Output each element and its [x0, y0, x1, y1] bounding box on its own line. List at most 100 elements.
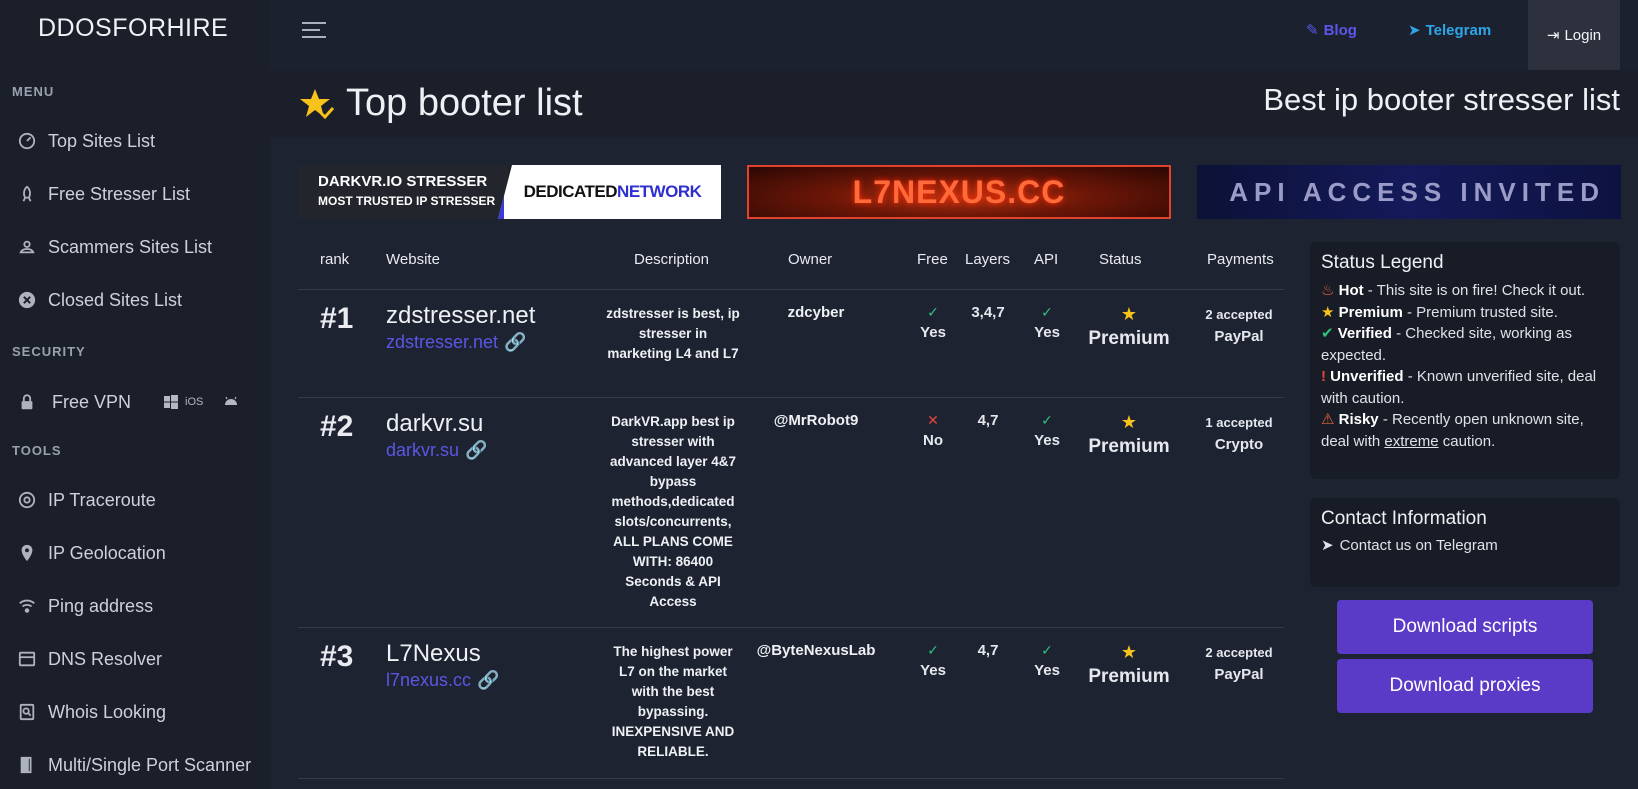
sidebar-item-label: Free VPN — [52, 391, 132, 412]
blog-link[interactable]: ✎ Blog — [1306, 21, 1357, 40]
telegram-icon: ➤ — [1408, 22, 1421, 39]
api-value: Yes — [1034, 662, 1060, 679]
ios-label: iOS — [185, 396, 204, 408]
sidebar-item-free-stresser[interactable]: Free Stresser List — [18, 177, 190, 211]
site-link[interactable]: zdstresser.net 🔗 — [386, 332, 526, 353]
blog-label: Blog — [1323, 21, 1357, 39]
sidebar-item-scammers[interactable]: Scammers Sites List — [18, 230, 212, 264]
legend-premium: ★ Premium - Premium trusted site. — [1321, 302, 1609, 324]
booter-table: rank Website Description Owner Free Laye… — [298, 234, 1284, 779]
banner-darkvr-title: DARKVR.IO STRESSER — [318, 173, 488, 190]
check-icon: ✓ — [1041, 304, 1053, 320]
sidebar-item-geolocation[interactable]: IP Geolocation — [18, 536, 166, 570]
sidebar-item-dns[interactable]: DNS Resolver — [18, 642, 162, 676]
api-value: Yes — [1034, 432, 1060, 449]
sidebar-item-label: IP Traceroute — [48, 489, 156, 510]
sidebar-item-label: Top Sites List — [48, 130, 156, 151]
header-layers: Layers — [965, 251, 1011, 268]
pin-icon — [18, 544, 36, 562]
sidebar-item-ping[interactable]: Ping address — [18, 589, 153, 623]
telegram-icon: ➤ — [1321, 537, 1334, 554]
banner-api-access[interactable]: API ACCESS INVITED — [1197, 165, 1621, 219]
table-header: rank Website Description Owner Free Laye… — [298, 234, 1284, 290]
free-value: Yes — [920, 662, 946, 679]
link-icon: 🔗 — [465, 440, 488, 460]
payment-count: 1 accepted — [1205, 415, 1273, 430]
site-name: zdstresser.net — [386, 302, 536, 329]
telegram-link[interactable]: ➤ Telegram — [1408, 21, 1491, 40]
status-legend: Status Legend ♨ Hot - This site is on fi… — [1310, 242, 1620, 479]
legend-premium-text: - Premium trusted site. — [1402, 303, 1558, 321]
banner-darkvr[interactable]: DARKVR.IO STRESSER MOST TRUSTED IP STRES… — [298, 165, 721, 219]
site-link[interactable]: darkvr.su 🔗 — [386, 440, 487, 461]
rank: #2 — [320, 410, 354, 443]
banner-darkvr-tagline: MOST TRUSTED IP STRESSER — [318, 194, 496, 208]
sidebar-item-top-sites[interactable]: Top Sites List — [18, 124, 155, 158]
sidebar-item-label: Ping address — [48, 595, 154, 616]
sidebar-item-whois[interactable]: Whois Looking — [18, 695, 166, 729]
brand-logo[interactable]: DDOSFORHIRE — [38, 14, 228, 43]
payments-cell: 1 accepted Crypto — [1182, 412, 1296, 456]
status-badge: Premium — [1088, 436, 1170, 457]
door-icon — [18, 756, 36, 774]
site-link[interactable]: l7nexus.cc 🔗 — [386, 670, 499, 691]
owner: @ByteNexusLab — [756, 642, 876, 659]
legend-risky: ⚠ Risky - Recently open unknown site, de… — [1321, 409, 1609, 452]
star-icon: ★ — [1120, 642, 1138, 662]
check-icon: ✓ — [927, 642, 939, 658]
page-title-text: Top booter list — [346, 82, 583, 124]
legend-hot-label: Hot — [1338, 282, 1364, 299]
traceroute-icon — [18, 491, 36, 509]
header-website: Website — [386, 251, 440, 268]
security-section-label: SECURITY — [12, 344, 86, 359]
table-row: #3 L7Nexus l7nexus.cc 🔗 The highest power… — [298, 628, 1284, 779]
status-badge: Premium — [1088, 328, 1170, 349]
contact-telegram-link[interactable]: ➤ Contact us on Telegram — [1321, 536, 1609, 555]
banner-l7nexus-text: L7NEXUS.CC — [852, 173, 1066, 210]
api-value: Yes — [1034, 324, 1060, 341]
download-proxies-button[interactable]: Download proxies — [1337, 659, 1593, 713]
sidebar-item-label: Free Stresser List — [48, 183, 191, 204]
owner: zdcyber — [787, 304, 845, 321]
tools-section-label: TOOLS — [12, 443, 62, 458]
free-cell: ✓ Yes — [910, 304, 956, 341]
star-icon: ★ — [1321, 303, 1335, 321]
layers: 3,4,7 — [971, 304, 1005, 321]
sidebar-item-free-vpn[interactable]: Free VPN iOS — [18, 385, 239, 419]
header-status: Status — [1099, 251, 1142, 268]
menu-section-label: MENU — [12, 84, 55, 99]
login-button[interactable]: ⇥ Login — [1528, 0, 1620, 70]
banner-darkvr-text: DARKVR.IO STRESSER MOST TRUSTED IP STRES… — [298, 165, 508, 219]
legend-risky-text-end: caution. — [1438, 432, 1496, 450]
legend-title: Status Legend — [1321, 252, 1444, 273]
banner-dedicated-network: DEDICATED NETWORK — [498, 165, 721, 219]
link-icon: 🔗 — [504, 332, 527, 352]
header-description: Description — [634, 251, 710, 268]
legend-hot: ♨ Hot - This site is on fire! Check it o… — [1321, 280, 1609, 302]
description: DarkVR.app best ip stresser with advance… — [609, 414, 737, 609]
check-icon: ✓ — [927, 304, 939, 320]
sidebar-item-closed-sites[interactable]: Closed Sites List — [18, 283, 182, 317]
description: The highest power L7 on the market with … — [611, 644, 735, 759]
sidebar-item-port-scanner[interactable]: Multi/Single Port Scanner — [18, 748, 251, 782]
banner-l7nexus[interactable]: L7NEXUS.CC — [747, 165, 1171, 219]
contact-box: Contact Information ➤ Contact us on Tele… — [1310, 498, 1620, 587]
sidebar-item-label: Closed Sites List — [48, 289, 183, 310]
blog-icon: ✎ — [1306, 22, 1319, 39]
exclamation-icon: ! — [1321, 368, 1326, 385]
free-cell: ✕ No — [910, 412, 956, 449]
sidebar-item-label: IP Geolocation — [48, 542, 166, 563]
hamburger-menu-button[interactable] — [302, 22, 326, 40]
sidebar-item-traceroute[interactable]: IP Traceroute — [18, 483, 156, 517]
api-cell: ✓ Yes — [1022, 412, 1072, 449]
legend-hot-text: - This site is on fire! Check it out. — [1363, 282, 1586, 299]
owner: @MrRobot9 — [773, 412, 859, 429]
free-value: No — [923, 432, 943, 449]
contact-link-text: Contact us on Telegram — [1339, 536, 1498, 554]
site-link-text: zdstresser.net — [386, 332, 499, 352]
download-scripts-button[interactable]: Download scripts — [1337, 600, 1593, 654]
rocket-icon — [18, 185, 36, 203]
fire-icon: ♨ — [1321, 282, 1335, 299]
contact-title: Contact Information — [1321, 508, 1487, 529]
android-icon — [225, 396, 238, 405]
